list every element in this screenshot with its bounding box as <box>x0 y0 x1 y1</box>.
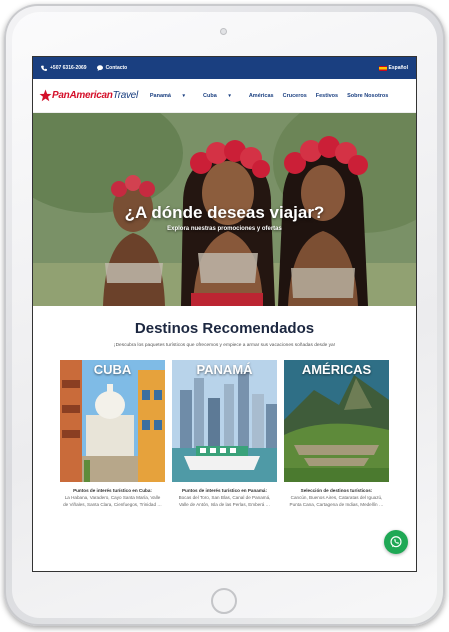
cuba-photo <box>60 360 165 482</box>
section-title: Destinos Recomendados <box>134 320 315 337</box>
hero-banner: ¿A dónde deseas viajar? Explora nuestras… <box>33 113 416 306</box>
nav-item-cruceros[interactable]: Cruceros <box>283 93 307 99</box>
whatsapp-icon <box>390 536 402 548</box>
panama-title: PANAMÁ <box>196 362 253 377</box>
americas-photo <box>284 360 389 482</box>
nav-label: Panamá <box>149 92 171 99</box>
hero-title: ¿A dónde deseas viajar? <box>124 203 325 222</box>
panama-caption: Puntos de interés turístico en Panamá: <box>181 488 267 493</box>
logo-text-part2: Travel <box>112 90 139 101</box>
americas-description: Cancún, Buenos Aires, Cataratas del Igua… <box>289 495 384 507</box>
hero-subtitle: Explora nuestras promociones y ofertas <box>167 226 282 232</box>
website-screen: +507 6316-2069 Contacto Español PanAmeri… <box>32 56 417 572</box>
chevron-down-icon: ▾ <box>182 92 186 99</box>
camera-icon <box>220 28 227 35</box>
language-label: Español <box>388 65 408 71</box>
nav-item-americas[interactable]: Américas <box>249 93 274 99</box>
card-panama[interactable]: PANAMÁ Puntos de interés turístico en Pa… <box>172 360 277 508</box>
chat-icon <box>96 65 103 71</box>
home-button <box>211 588 237 614</box>
phone-link[interactable]: +507 6316-2069 <box>41 65 87 71</box>
phone-icon <box>41 65 47 71</box>
panama-description: Bocas del Toro, San Blas, Canal de Panam… <box>178 495 271 507</box>
chevron-down-icon: ▾ <box>228 92 231 99</box>
contact-label: Contacto <box>105 65 128 71</box>
cuba-title: CUBA <box>93 362 132 377</box>
contact-link[interactable]: Contacto <box>96 65 128 71</box>
americas-caption: Selección de destinos turísticos: <box>300 488 373 493</box>
card-americas[interactable]: AMÉRICAS Selección de destinos turístico… <box>284 360 389 508</box>
spain-flag-icon <box>378 65 387 71</box>
language-selector[interactable]: Español <box>378 65 408 71</box>
nav-item-cuba[interactable]: Cuba ▾ <box>203 93 240 99</box>
star-icon <box>39 89 52 102</box>
destination-cards: CUBA Puntos de interés turístico en Cuba… <box>33 360 416 508</box>
panama-image[interactable]: PANAMÁ <box>172 360 277 482</box>
nav-item-panama[interactable]: Panamá ▾ <box>150 93 194 99</box>
logo-text-part1: PanAmerican <box>52 90 113 101</box>
nav-label: Cuba <box>203 92 217 99</box>
nav-item-festivos[interactable]: Festivos <box>316 93 338 99</box>
main-navbar: PanAmerican Travel Panamá ▾ Cuba ▾ Améric… <box>33 79 416 113</box>
card-cuba[interactable]: CUBA Puntos de interés turístico en Cuba… <box>60 360 165 508</box>
americas-image[interactable]: AMÉRICAS <box>284 360 389 482</box>
destinos-section: Destinos Recomendados ¡Descubra los paqu… <box>33 306 416 508</box>
nav-item-sobre-nosotros[interactable]: Sobre Nosotros <box>347 93 388 99</box>
cuba-caption: Puntos de interés turístico en Cuba: <box>73 488 152 493</box>
cuba-description: La Habana, Varadero, Cayo Santa María, V… <box>63 495 162 507</box>
phone-number: +507 6316-2069 <box>50 65 87 71</box>
section-subtitle: ¡Descubra los paquetes turísticos que of… <box>113 343 336 348</box>
nav-menu: Panamá ▾ Cuba ▾ Américas Cruceros Festiv… <box>150 93 397 99</box>
whatsapp-button[interactable] <box>384 530 408 554</box>
site-logo[interactable]: PanAmerican Travel <box>39 89 138 102</box>
panama-photo <box>172 360 277 482</box>
americas-title: AMÉRICAS <box>301 362 372 377</box>
cuba-image[interactable]: CUBA <box>60 360 165 482</box>
top-bar: +507 6316-2069 Contacto Español <box>33 57 416 79</box>
